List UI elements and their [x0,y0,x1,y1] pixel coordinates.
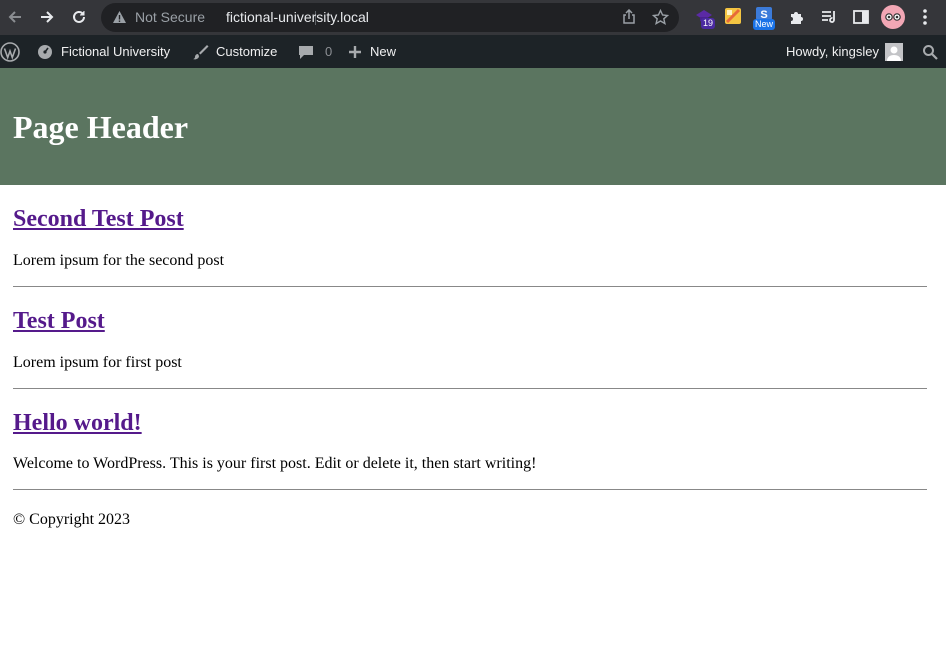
extension-2-icon [725,8,741,24]
posts-list: Second Test Post Lorem ipsum for the sec… [13,185,927,490]
side-panel-button[interactable] [852,8,872,28]
avatar-icon [881,5,905,29]
security-label[interactable]: Not Secure [135,9,205,25]
side-panel-icon [853,10,869,24]
comments-menu[interactable]: 0 [298,35,332,68]
extension-3-button[interactable]: S New [753,7,776,30]
puzzle-icon [791,12,803,24]
new-content-menu[interactable]: New [348,35,396,68]
post-title-link[interactable]: Hello world! [13,410,142,436]
post-title-link[interactable]: Test Post [13,308,105,334]
search-icon [923,44,938,60]
warning-icon[interactable] [112,10,127,25]
reload-button[interactable] [67,5,91,29]
url-text[interactable]: fictional-university.local [226,9,369,25]
profile-avatar-button[interactable] [881,5,905,29]
comment-bubble-icon [299,45,313,59]
customize-menu[interactable]: Customize [192,35,277,68]
page-title: Page Header [13,109,189,145]
bookmark-star-icon[interactable] [652,9,669,26]
plus-icon [349,45,361,58]
arrow-left-icon [8,11,21,23]
arrow-right-icon [41,11,54,23]
forward-button[interactable] [35,5,59,29]
my-account-menu[interactable]: Howdy, kingsley [786,35,903,68]
post-item: Second Test Post Lorem ipsum for the sec… [13,185,927,287]
post-excerpt: Welcome to WordPress. This is your first… [13,455,537,472]
reading-list-button[interactable] [820,8,840,28]
share-icon[interactable] [621,9,637,25]
site-name-label: Fictional University [61,44,171,59]
new-content-label: New [370,44,397,59]
reload-icon [73,10,85,23]
copyright-text: © Copyright 2023 [13,511,131,528]
site-name-menu[interactable]: Fictional University [37,35,170,68]
user-avatar-icon [884,42,903,61]
paintbrush-icon [193,44,209,59]
wp-logo-menu[interactable] [0,35,22,68]
extension-3-badge: New [753,19,776,30]
adminbar-search[interactable] [922,35,938,68]
comments-count: 0 [325,44,333,59]
kebab-menu-icon [923,9,927,25]
post-item: Hello world! Welcome to WordPress. This … [13,389,927,490]
extensions-button[interactable] [788,8,808,28]
post-title: Test Post [13,307,927,335]
customize-label: Customize [216,44,278,59]
post-title-link[interactable]: Second Test Post [13,206,184,232]
wordpress-logo-icon [0,41,20,62]
post-item: Test Post Lorem ipsum for first post [13,287,927,389]
dashboard-gauge-icon [38,44,52,59]
extension-1-badge: 19 [701,18,716,29]
post-excerpt: Lorem ipsum for first post [13,354,182,371]
page-header-banner: Page Header [0,68,946,185]
wp-admin-bar: Fictional University Customize 0 New How… [0,35,946,68]
post-title: Hello world! [13,409,927,437]
post-title: Second Test Post [13,205,927,233]
address-bar[interactable]: Not Secure fictional-university.local [101,3,679,32]
back-button[interactable] [3,5,27,29]
media-queue-icon [822,11,835,23]
extension-1-button[interactable]: 19 [694,7,716,29]
extension-2-button[interactable] [724,7,744,27]
post-divider [13,489,927,490]
howdy-label: Howdy, kingsley [786,44,879,59]
browser-toolbar: Not Secure fictional-university.local 19… [0,0,946,35]
browser-menu-button[interactable] [917,8,933,28]
post-excerpt: Lorem ipsum for the second post [13,252,225,269]
